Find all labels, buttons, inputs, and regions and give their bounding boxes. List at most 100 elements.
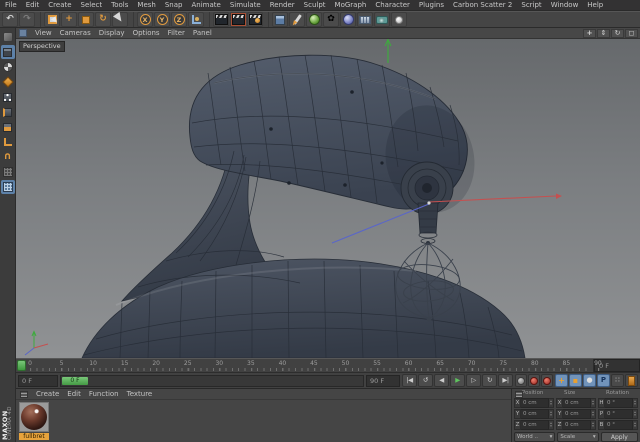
lock-x-axis-button[interactable]: X bbox=[137, 12, 153, 27]
material-menu-edit[interactable]: Edit bbox=[67, 390, 81, 398]
add-generator-button[interactable] bbox=[306, 12, 322, 27]
coordinate-system-button[interactable] bbox=[188, 12, 204, 27]
menu-item-window[interactable]: Window bbox=[551, 1, 579, 9]
coordinate-space-dropdown[interactable]: World .. ▾ bbox=[514, 432, 556, 442]
menu-item-mograph[interactable]: MoGraph bbox=[335, 1, 367, 9]
next-frame-button[interactable]: ▷ bbox=[466, 374, 481, 387]
material-menu-texture[interactable]: Texture bbox=[127, 390, 153, 398]
make-editable-button[interactable] bbox=[1, 30, 15, 44]
key-scale-toggle[interactable]: ▪ bbox=[569, 374, 582, 387]
viewport-menu-icon[interactable] bbox=[19, 29, 27, 37]
rotate-tool[interactable]: ↻ bbox=[95, 12, 111, 27]
menu-item-file[interactable]: File bbox=[5, 1, 17, 9]
render-settings-button[interactable] bbox=[247, 12, 263, 27]
coord-value-field[interactable]: 0 cm bbox=[563, 409, 591, 419]
enable-axis-button[interactable] bbox=[1, 135, 15, 149]
autokeying-button[interactable] bbox=[541, 374, 553, 387]
points-mode-button[interactable] bbox=[1, 90, 15, 104]
keyframe-selection-button[interactable] bbox=[625, 374, 638, 387]
timeline-ruler[interactable]: 0 5 10 15 20 25 30 35 40 45 50 55 60 65 70 75 80 85 90 bbox=[16, 359, 602, 372]
timeline-playhead[interactable] bbox=[17, 360, 26, 371]
add-camera-button[interactable] bbox=[374, 12, 390, 27]
redo-button[interactable]: ↷ bbox=[19, 12, 35, 27]
render-view-button[interactable] bbox=[213, 12, 229, 27]
material-thumbnail[interactable] bbox=[19, 402, 49, 432]
material-item[interactable]: fullbret bbox=[19, 402, 51, 442]
coord-value-field[interactable]: 0 ° bbox=[605, 420, 633, 430]
material-panel-icon[interactable] bbox=[20, 390, 28, 398]
apply-button[interactable]: Apply bbox=[600, 432, 638, 442]
soft-selection-button[interactable]: ∩ bbox=[1, 150, 15, 164]
menu-item-tools[interactable]: Tools bbox=[111, 1, 128, 9]
stepper-icon[interactable]: ▴ ▾ bbox=[633, 398, 638, 408]
menu-item-select[interactable]: Select bbox=[81, 1, 103, 9]
key-rotation-toggle[interactable]: ● bbox=[583, 374, 596, 387]
workplane-snap-button[interactable] bbox=[0, 180, 15, 194]
viewport-menu-filter[interactable]: Filter bbox=[168, 29, 185, 37]
menu-item-simulate[interactable]: Simulate bbox=[230, 1, 261, 9]
menu-item-mesh[interactable]: Mesh bbox=[137, 1, 155, 9]
workplane-mode-button[interactable] bbox=[1, 75, 15, 89]
add-environment-button[interactable] bbox=[340, 12, 356, 27]
timeline-scrollbar[interactable]: 0 F bbox=[60, 374, 364, 387]
scale-tool[interactable] bbox=[78, 12, 94, 27]
add-floor-button[interactable] bbox=[357, 12, 373, 27]
menu-item-help[interactable]: Help bbox=[587, 1, 603, 9]
coordinate-panel-icon[interactable] bbox=[515, 391, 523, 398]
viewport-menu-panel[interactable]: Panel bbox=[193, 29, 212, 37]
stepper-icon[interactable]: ▴ ▾ bbox=[591, 398, 596, 408]
pan-view-button[interactable]: + bbox=[583, 28, 596, 38]
goto-start-button[interactable]: |◀ bbox=[402, 374, 417, 387]
record-keyframe-button[interactable] bbox=[515, 374, 527, 387]
viewport-menu-view[interactable]: View bbox=[35, 29, 52, 37]
key-position-toggle[interactable]: + bbox=[555, 374, 568, 387]
axis-z-blue[interactable] bbox=[331, 203, 430, 244]
stepper-icon[interactable]: ▴ ▾ bbox=[591, 420, 596, 430]
move-tool[interactable]: + bbox=[61, 12, 77, 27]
viewport-menu-cameras[interactable]: Cameras bbox=[60, 29, 91, 37]
menu-item-edit[interactable]: Edit bbox=[26, 1, 40, 9]
menu-item-plugins[interactable]: Plugins bbox=[419, 1, 444, 9]
material-name-label[interactable]: fullbret bbox=[19, 433, 49, 440]
viewport-menu-options[interactable]: Options bbox=[133, 29, 160, 37]
range-end-field[interactable]: 90 F bbox=[366, 374, 400, 387]
menu-item-animate[interactable]: Animate bbox=[191, 1, 220, 9]
edges-mode-button[interactable] bbox=[1, 105, 15, 119]
play-to-next-key-button[interactable]: ↻ bbox=[482, 374, 497, 387]
undo-button[interactable]: ↶ bbox=[2, 12, 18, 27]
coord-value-field[interactable]: 0 ° bbox=[605, 398, 633, 408]
goto-end-button[interactable]: ▶| bbox=[498, 374, 513, 387]
material-menu-function[interactable]: Function bbox=[89, 390, 119, 398]
render-active-view-button[interactable] bbox=[230, 12, 246, 27]
coord-value-field[interactable]: 0 cm bbox=[563, 420, 591, 430]
polygons-mode-button[interactable] bbox=[1, 120, 15, 134]
rotate-view-button[interactable]: ↻ bbox=[611, 28, 624, 38]
add-spline-button[interactable] bbox=[289, 12, 305, 27]
view-label[interactable]: Perspective bbox=[19, 41, 65, 52]
live-selection-tool[interactable] bbox=[44, 12, 60, 27]
stepper-icon[interactable]: ▴ ▾ bbox=[549, 409, 554, 419]
previous-frame-button[interactable]: ◀ bbox=[434, 374, 449, 387]
texture-mode-button[interactable] bbox=[1, 60, 15, 74]
record-active-objects-button[interactable] bbox=[528, 374, 540, 387]
timeline-slider-handle[interactable]: 0 F bbox=[62, 376, 88, 385]
model-mode-button[interactable] bbox=[0, 45, 15, 59]
mixer-model[interactable] bbox=[81, 54, 526, 358]
menu-item-carbon-scatter-2[interactable]: Carbon Scatter 2 bbox=[453, 1, 512, 9]
menu-item-create[interactable]: Create bbox=[48, 1, 71, 9]
stepper-icon[interactable]: ▴ ▾ bbox=[549, 398, 554, 408]
key-pla-toggle[interactable]: ∷ bbox=[611, 374, 624, 387]
menu-item-render[interactable]: Render bbox=[270, 1, 295, 9]
zoom-view-button[interactable]: ⇕ bbox=[597, 28, 610, 38]
material-menu-create[interactable]: Create bbox=[36, 390, 59, 398]
menu-item-sculpt[interactable]: Sculpt bbox=[304, 1, 326, 9]
play-to-previous-key-button[interactable]: ↺ bbox=[418, 374, 433, 387]
stepper-icon[interactable]: ▴ ▾ bbox=[549, 420, 554, 430]
key-parameter-toggle[interactable]: P bbox=[597, 374, 610, 387]
viewport-canvas[interactable]: Perspective bbox=[16, 39, 640, 358]
coord-value-field[interactable]: 0 cm bbox=[521, 409, 549, 419]
coord-value-field[interactable]: 0 ° bbox=[605, 409, 633, 419]
stepper-icon[interactable]: ▴ ▾ bbox=[591, 409, 596, 419]
add-primitive-button[interactable] bbox=[272, 12, 288, 27]
range-start-field[interactable]: 0 F bbox=[18, 374, 58, 387]
